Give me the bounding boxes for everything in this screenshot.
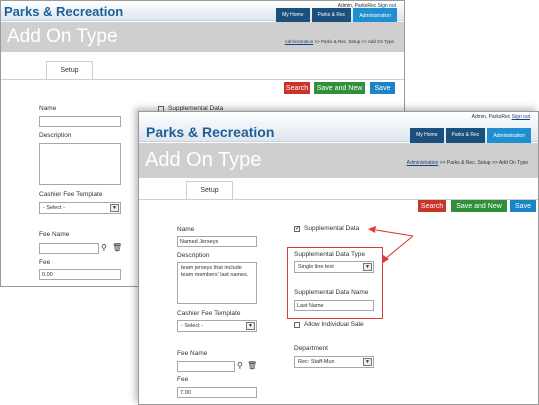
name-label: Name [177,226,195,233]
search-button[interactable]: Search [284,82,310,94]
front-window: Parks & Recreation Admin, ParksRec Sign … [138,111,539,405]
brand-title: Parks & Recreation [4,4,124,19]
description-label: Description [39,132,72,139]
chevron-down-icon: ▼ [363,358,372,366]
name-input[interactable]: Named Jerseys [177,236,257,247]
breadcrumb: Administration >> Parks & Rec. Setup >> … [285,39,394,44]
fee-label: Fee [39,259,51,266]
chevron-down-icon: ▼ [246,322,255,330]
callout-arrow-line [384,235,414,260]
department-label: Department [294,345,328,352]
supplemental-data-type-select[interactable]: Single line text ▼ [294,261,374,273]
supplemental-data-checkbox[interactable]: ✓ [294,226,300,232]
magnifier-icon[interactable]: ⚲ [101,243,107,252]
header-bar: Parks & Recreation Admin, ParksRec Sign … [139,112,538,145]
header-bar: Parks & Recreation Admin, ParksRec Sign … [1,1,404,25]
description-textarea[interactable]: team jerseys that include team members' … [177,262,257,304]
cashier-fee-template-label: Cashier Fee Template [177,310,241,317]
allow-individual-sale-label: Allow Individual Sale [304,321,364,328]
sign-out-link[interactable]: Sign out [512,114,530,120]
user-info: Admin, ParksRec Sign out [472,114,530,120]
allow-individual-sale-checkbox[interactable] [294,322,300,328]
supplemental-data-label: Supplemental Data [304,225,360,232]
fee-name-input[interactable] [177,361,235,372]
save-button[interactable]: Save [510,200,536,212]
save-and-new-button[interactable]: Save and New [451,200,507,212]
trash-icon[interactable]: 🗑 [247,361,257,370]
select-value: Rec: Staff-Mun [298,359,335,365]
breadcrumb-admin-link[interactable]: Administration [407,160,439,166]
user-name: Admin, ParksRec [471,114,511,120]
supplemental-data-name-label: Supplemental Data Name [294,289,369,296]
fee-input[interactable]: 7.00 [177,387,257,398]
breadcrumb-rest: >> Parks & Rec. Setup >> Add On Type [314,39,394,44]
select-value: - Select - [43,205,66,211]
description-textarea[interactable] [39,143,121,185]
page-banner: Add On Type Administration >> Parks & Re… [1,22,404,52]
trash-icon[interactable]: 🗑 [112,243,122,252]
brand-title: Parks & Recreation [146,124,275,140]
select-value: - Select - [181,323,204,329]
name-input[interactable] [39,116,121,127]
name-label: Name [39,105,57,112]
checkmark-icon: ✓ [295,226,301,232]
breadcrumb-rest: >> Parks & Rec. Setup >> Add On Type [439,160,528,166]
callout-arrow-line [375,229,414,237]
fee-name-label: Fee Name [39,231,70,238]
magnifier-icon[interactable]: ⚲ [237,361,243,370]
department-select[interactable]: Rec: Staff-Mun ▼ [294,356,374,368]
breadcrumb: Administration >> Parks & Rec. Setup >> … [407,160,528,166]
callout-arrow-head [383,255,389,263]
chevron-down-icon: ▼ [363,263,372,271]
page-title: Add On Type [145,149,262,171]
page-banner: Add On Type Administration >> Parks & Re… [139,143,538,178]
callout-arrow-head [368,226,376,233]
search-button[interactable]: Search [418,200,446,212]
fee-name-input[interactable] [39,243,99,254]
cashier-fee-template-select[interactable]: - Select - ▼ [39,202,121,214]
cashier-fee-template-select[interactable]: - Select - ▼ [177,320,257,332]
fee-input[interactable]: 0.00 [39,269,121,280]
fee-label: Fee [177,376,189,383]
cashier-fee-template-label: Cashier Fee Template [39,191,103,198]
breadcrumb-admin-link[interactable]: Administration [285,39,314,44]
supplemental-data-type-label: Supplemental Data Type [294,251,366,258]
fee-name-label: Fee Name [177,350,208,357]
chevron-down-icon: ▼ [110,204,119,212]
page-title: Add On Type [7,26,118,47]
description-label: Description [177,252,210,259]
save-and-new-button[interactable]: Save and New [314,82,365,94]
supplemental-data-name-input[interactable]: Last Name [294,300,374,311]
save-button[interactable]: Save [370,82,395,94]
tab-divider [1,79,404,80]
tab-setup[interactable]: Setup [46,61,93,80]
select-value: Single line text [298,264,334,270]
tab-setup[interactable]: Setup [186,181,233,200]
